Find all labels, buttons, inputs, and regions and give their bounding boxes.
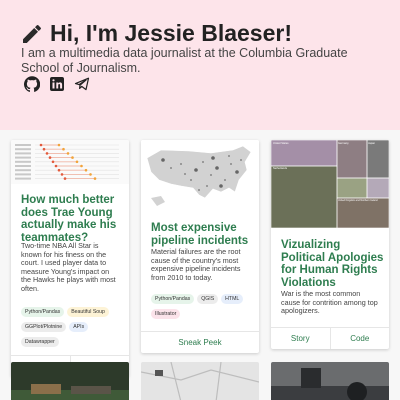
map-incident-dot <box>198 189 200 191</box>
card-title: Vizualizing Political Apologies for Huma… <box>281 239 384 289</box>
thumbnail-dot <box>57 143 61 147</box>
thumbnail-dot <box>54 164 58 168</box>
tag: Beautiful Soup <box>67 307 109 317</box>
tag: QGIS <box>197 294 219 304</box>
treemap-label: United Kingdom and Northern Ireland <box>338 199 378 202</box>
map-incident-dot <box>202 161 204 163</box>
map-incident-dot <box>190 179 192 181</box>
project-card-trae-young: How much better does Trae Young actually… <box>11 140 129 377</box>
tag-list: Python/Pandas Beautiful Soup GGPlot/Plot… <box>21 307 125 352</box>
thumbnail-label <box>15 160 31 163</box>
project-card-pipeline: Most expensive pipeline incidents Materi… <box>141 140 259 353</box>
thumbnail-dot <box>89 173 92 176</box>
card-title: How much better does Trae Young actually… <box>21 194 117 244</box>
thumbnail-dot <box>66 152 70 155</box>
tag-list: Python/Pandas QGIS HTML Illustrator <box>151 294 255 324</box>
card-description: War is the most common cause for contrit… <box>281 289 378 316</box>
treemap-label: United States <box>273 141 289 145</box>
tag: HTML <box>221 294 244 304</box>
map-incident-dot <box>228 155 230 157</box>
thumbnail-label <box>15 148 31 151</box>
map-incident-dot <box>224 179 226 181</box>
thumbnail-dot <box>71 156 74 159</box>
card-description: Material failures are the root cause of … <box>151 247 241 282</box>
map-incident-dot <box>211 156 215 160</box>
story-button[interactable]: Story <box>271 328 330 349</box>
sneak-peek-button[interactable]: Sneak Peek <box>141 332 259 353</box>
project-card-apologies: United States Germany Japan United Kingd… <box>271 140 389 349</box>
map-thumbnail <box>141 362 259 400</box>
map-incident-dot <box>210 174 212 176</box>
map-incident-dot <box>194 168 198 172</box>
social-links <box>23 76 99 92</box>
thumbnail-dot <box>48 156 52 159</box>
thumbnail-label <box>15 165 31 167</box>
treemap-label: Japan <box>368 141 376 145</box>
telegram-icon[interactable] <box>74 76 90 92</box>
tag: Illustrator <box>151 309 181 319</box>
thumbnail-dot <box>57 168 61 172</box>
tag: APIs <box>69 322 89 332</box>
treemap-thumbnail: United States Germany Japan United Kingd… <box>271 140 389 228</box>
code-button[interactable]: Code <box>329 328 390 349</box>
map-incident-dot <box>219 184 223 188</box>
map-incident-dot <box>215 166 219 170</box>
project-card-thumbnail-partial[interactable] <box>141 362 259 400</box>
linkedin-icon[interactable] <box>49 76 65 92</box>
map-incident-dot <box>230 163 232 165</box>
thumbnail-dot <box>39 143 43 147</box>
thumbnail-dot <box>93 177 97 180</box>
github-icon[interactable] <box>23 76 41 92</box>
thumbnail-label <box>15 169 31 172</box>
us-map-thumbnail <box>141 140 259 210</box>
thumbnail-label <box>15 144 31 146</box>
tag: Python/Pandas <box>21 307 65 317</box>
map-incident-dot <box>240 159 242 161</box>
map-incident-dot <box>170 167 172 169</box>
thumbnail-label <box>15 177 31 180</box>
photo-thumbnail <box>11 362 129 400</box>
card-description: Two-time NBA All Star is known for his f… <box>21 241 116 293</box>
thumbnail-label <box>15 152 31 155</box>
dot-plot-thumbnail <box>11 140 129 184</box>
thumbnail-dot <box>63 177 67 180</box>
card-actions: Sneak Peek <box>141 331 259 353</box>
pencil-icon <box>23 24 41 43</box>
card-title: Most expensive pipeline incidents <box>151 222 249 247</box>
title-row: Hi, I'm Jessie Blaeser! <box>20 20 292 47</box>
thumbnail-dot <box>60 173 64 176</box>
tag: Datawrapper <box>21 337 59 347</box>
map-incident-dot <box>206 185 208 187</box>
card-actions: Story Code <box>271 327 389 349</box>
page-title: Hi, I'm Jessie Blaeser! <box>50 20 292 46</box>
thumbnail-dot <box>84 168 88 172</box>
photo-thumbnail <box>271 362 389 400</box>
map-incident-dot <box>235 170 239 174</box>
thumbnail-dot <box>45 152 49 155</box>
thumbnail-dot <box>42 147 46 151</box>
treemap-label: Germany <box>338 141 349 145</box>
thumbnail-dot <box>51 160 55 164</box>
treemap-label: Netherlands <box>273 166 288 170</box>
thumbnail-label <box>15 156 31 159</box>
bio-text: I am a multimedia data journalist at the… <box>21 46 348 75</box>
project-card-thumbnail-partial[interactable] <box>271 362 389 400</box>
map-incident-dot <box>161 158 165 162</box>
map-incident-dot <box>184 173 186 175</box>
thumbnail-dot <box>80 164 83 168</box>
header: Hi, I'm Jessie Blaeser! I am a multimedi… <box>0 0 400 130</box>
tag: GGPlot/Plotnine <box>21 322 67 332</box>
tag: Python/Pandas <box>151 294 195 304</box>
thumbnail-dot <box>75 160 79 164</box>
project-card-thumbnail-partial[interactable] <box>11 362 129 400</box>
map-incident-dot <box>180 163 182 165</box>
thumbnail-label <box>15 173 31 176</box>
thumbnail-dot <box>62 147 65 151</box>
